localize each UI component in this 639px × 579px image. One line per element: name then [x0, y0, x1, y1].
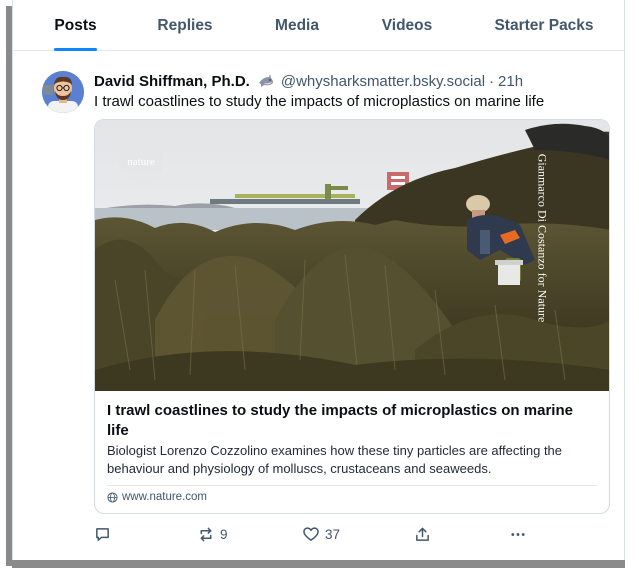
reply-bubble-icon [96, 527, 109, 541]
shark-emoji-icon [258, 74, 274, 88]
profile-tab-bar: Posts Replies Media Videos Starter Packs [13, 0, 624, 51]
tab-media-label: Media [275, 16, 319, 34]
heart-icon [303, 526, 319, 541]
link-preview-card[interactable]: nature Gianmarco Di Costanzo for Nature … [94, 119, 610, 514]
globe-icon [107, 491, 118, 503]
post-action-bar: 9 37 [13, 524, 624, 544]
share-button[interactable] [414, 524, 431, 544]
card-divider [107, 485, 597, 486]
card-description: Biologist Lorenzo Cozzolino examines how… [107, 443, 563, 476]
active-tab-indicator [54, 48, 97, 51]
more-options-button[interactable] [509, 524, 527, 544]
tab-posts[interactable]: Posts [54, 0, 97, 51]
tab-media[interactable]: Media [273, 0, 321, 51]
repost-icon [200, 527, 212, 541]
post-body-text: I trawl coastlines to study the impacts … [94, 93, 545, 110]
post-timestamp[interactable]: 21h [498, 73, 523, 90]
tab-posts-label: Posts [54, 16, 97, 34]
profile-feed-frame: Posts Replies Media Videos Starter Packs [12, 0, 625, 560]
tab-replies[interactable]: Replies [157, 0, 213, 51]
reply-button[interactable] [94, 524, 116, 544]
tab-videos[interactable]: Videos [381, 0, 433, 51]
like-count: 37 [325, 526, 341, 542]
repost-button[interactable]: 9 [197, 524, 228, 544]
author-display-name[interactable]: David Shiffman, Ph.D. [94, 73, 250, 90]
like-button[interactable]: 37 [302, 524, 340, 544]
tab-videos-label: Videos [381, 16, 433, 34]
article-photo [95, 120, 609, 391]
header-separator: · [489, 72, 495, 90]
avatar-illustration [42, 71, 84, 113]
card-domain-text: www.nature.com [122, 491, 208, 503]
repost-count: 9 [220, 526, 228, 542]
avatar[interactable] [42, 71, 84, 113]
post-header: David Shiffman, Ph.D. @whysharksmatter.b… [94, 71, 523, 91]
card-domain: www.nature.com [107, 491, 207, 503]
more-dots-icon [511, 532, 525, 536]
share-upload-icon [416, 527, 429, 541]
tab-starter-packs[interactable]: Starter Packs [494, 0, 594, 51]
nature-logo-badge: nature [119, 140, 163, 184]
tab-starter-packs-label: Starter Packs [494, 16, 594, 34]
card-title: I trawl coastlines to study the impacts … [107, 402, 573, 439]
photo-credit: Gianmarco Di Costanzo for Nature [535, 153, 550, 323]
author-handle[interactable]: @whysharksmatter.bsky.social [281, 73, 485, 90]
tab-replies-label: Replies [157, 16, 213, 34]
